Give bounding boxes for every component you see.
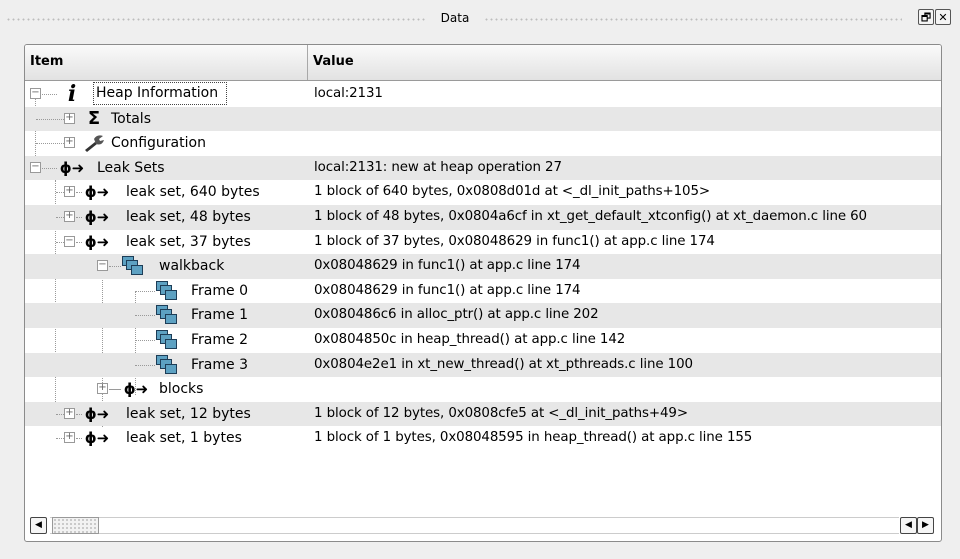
leak-icon: ϕ➜ (84, 429, 110, 448)
tree-rows: − i Heap Information local:2131 + Σ Tota… (25, 82, 941, 451)
tree-row-leak-set-48[interactable]: + ϕ➜ leak set, 48 bytes 1 block of 48 by… (25, 204, 941, 230)
tree-item-value: 1 block of 640 bytes, 0x0808d01d at <_dl… (314, 184, 710, 200)
tree-row-leak-set-640[interactable]: + ϕ➜ leak set, 640 bytes 1 block of 640 … (25, 180, 941, 205)
tree-item-label: walkback (159, 258, 225, 275)
tree-item-value (314, 377, 939, 402)
tree-row-leak-set-1[interactable]: + ϕ➜ leak set, 1 bytes 1 block of 1 byte… (25, 426, 941, 451)
tree-item-value (314, 107, 939, 132)
expand-toggle[interactable]: + (64, 186, 75, 198)
expand-toggle[interactable]: + (64, 210, 75, 222)
tree-item-label: Configuration (111, 135, 206, 152)
tree-item-label: Frame 1 (191, 307, 248, 324)
wrench-icon (83, 133, 105, 153)
tree-item-value: 1 block of 48 bytes, 0x0804a6cf in xt_ge… (314, 208, 867, 224)
tree-item-label: Frame 0 (191, 282, 248, 299)
expand-toggle[interactable]: + (64, 137, 75, 149)
tree-item-value: 0x08048629 in func1() at app.c line 174 (314, 282, 581, 298)
tree-row-blocks[interactable]: + ϕ➜ blocks (25, 377, 941, 402)
tree-row-frame-1[interactable]: Frame 1 0x080486c6 in alloc_ptr() at app… (25, 303, 941, 328)
tree-row-leak-set-12[interactable]: + ϕ➜ leak set, 12 bytes 1 block of 12 by… (25, 401, 941, 427)
expand-toggle[interactable]: + (64, 112, 75, 124)
tree-row-frame-2[interactable]: Frame 2 0x0804850c in heap_thread() at a… (25, 328, 941, 353)
tree-item-label: leak set, 12 bytes (126, 405, 251, 422)
tree-item-value: 0x080486c6 in alloc_ptr() at app.c line … (314, 307, 599, 323)
tree-item-label: Totals (111, 110, 151, 127)
tree-item-value: 0x0804e2e1 in xt_new_thread() at xt_pthr… (314, 356, 693, 372)
titlebar-grip-right[interactable] (484, 18, 902, 21)
tree-row-heap-information[interactable]: − i Heap Information local:2131 (25, 82, 941, 107)
tree-item-label: Heap Information (92, 82, 228, 105)
horizontal-scrollbar[interactable]: ◀ ◀ ▶ (30, 517, 935, 535)
tree-row-frame-3[interactable]: Frame 3 0x0804e2e1 in xt_new_thread() at… (25, 352, 941, 378)
expand-toggle[interactable]: + (64, 432, 75, 444)
tree-item-value (314, 131, 939, 156)
frames-icon (155, 329, 179, 350)
scroll-left-arrow-icon[interactable]: ◀ (900, 517, 917, 534)
tree-item-label: leak set, 48 bytes (126, 208, 251, 225)
tree-item-value: 0x0804850c in heap_thread() at app.c lin… (314, 331, 626, 347)
frames-icon (155, 354, 179, 375)
tree-item-label: Frame 2 (191, 331, 248, 348)
tree-row-walkback[interactable]: − walkback 0x08048629 in func1() at app.… (25, 254, 941, 279)
sigma-icon: Σ (87, 107, 101, 129)
tree-item-value: local:2131: new at heap operation 27 (314, 159, 562, 175)
info-icon: i (67, 81, 77, 107)
tree-item-label: leak set, 1 bytes (126, 430, 242, 447)
leak-icon: ϕ➜ (84, 404, 110, 423)
tree-item-value: 1 block of 12 bytes, 0x0808cfe5 at <_dl_… (314, 405, 688, 421)
frames-icon (155, 305, 179, 325)
scroll-left-arrow-icon[interactable]: ◀ (30, 517, 47, 534)
frames-icon (121, 256, 145, 276)
tree-item-value: local:2131 (314, 86, 383, 101)
tree-row-leak-set-37[interactable]: − ϕ➜ leak set, 37 bytes 1 block of 37 by… (25, 230, 941, 255)
window-title: Data (440, 11, 470, 25)
tree-row-configuration[interactable]: + Configuration (25, 131, 941, 156)
close-window-button[interactable]: ✕ (935, 9, 951, 25)
item-column-header[interactable]: Item (25, 45, 308, 80)
collapse-toggle[interactable]: − (30, 161, 41, 173)
leak-icon: ϕ➜ (84, 232, 110, 251)
data-tree-panel: Item Value − i Heap Information local:21… (24, 44, 942, 542)
scroll-track[interactable] (50, 517, 899, 534)
tree-item-value: 1 block of 1 bytes, 0x08048595 in heap_t… (314, 430, 753, 446)
frames-icon (155, 280, 179, 301)
tree-item-label: Frame 3 (191, 356, 248, 373)
window-titlebar: Data 🗗 ✕ (0, 0, 960, 36)
leak-icon: ϕ➜ (84, 207, 110, 226)
collapse-toggle[interactable]: − (30, 88, 41, 99)
titlebar-grip-left[interactable] (6, 18, 426, 21)
tree-item-label: Leak Sets (97, 159, 165, 176)
tree-item-label: leak set, 37 bytes (126, 233, 251, 250)
tree-item-value: 1 block of 37 bytes, 0x08048629 in func1… (314, 233, 715, 249)
leak-icon: ϕ➜ (59, 158, 85, 177)
tree-item-value: 0x08048629 in func1() at app.c line 174 (314, 258, 581, 274)
value-column-header[interactable]: Value (308, 45, 940, 80)
tree-row-totals[interactable]: + Σ Totals (25, 106, 941, 132)
tree-row-leak-sets[interactable]: − ϕ➜ Leak Sets local:2131: new at heap o… (25, 155, 941, 181)
table-header: Item Value (25, 45, 941, 81)
tree-row-frame-0[interactable]: Frame 0 0x08048629 in func1() at app.c l… (25, 279, 941, 304)
leak-icon: ϕ➜ (123, 380, 149, 399)
scroll-right-arrow-icon[interactable]: ▶ (917, 517, 934, 534)
scroll-thumb[interactable] (52, 517, 99, 534)
collapse-toggle[interactable]: − (64, 235, 75, 247)
float-window-button[interactable]: 🗗 (918, 9, 934, 25)
collapse-toggle[interactable]: − (97, 260, 108, 272)
tree-item-label: blocks (159, 381, 204, 398)
expand-toggle[interactable]: + (64, 407, 75, 419)
expand-toggle[interactable]: + (97, 383, 108, 395)
tree-item-label: leak set, 640 bytes (126, 184, 260, 201)
leak-icon: ϕ➜ (84, 183, 110, 202)
